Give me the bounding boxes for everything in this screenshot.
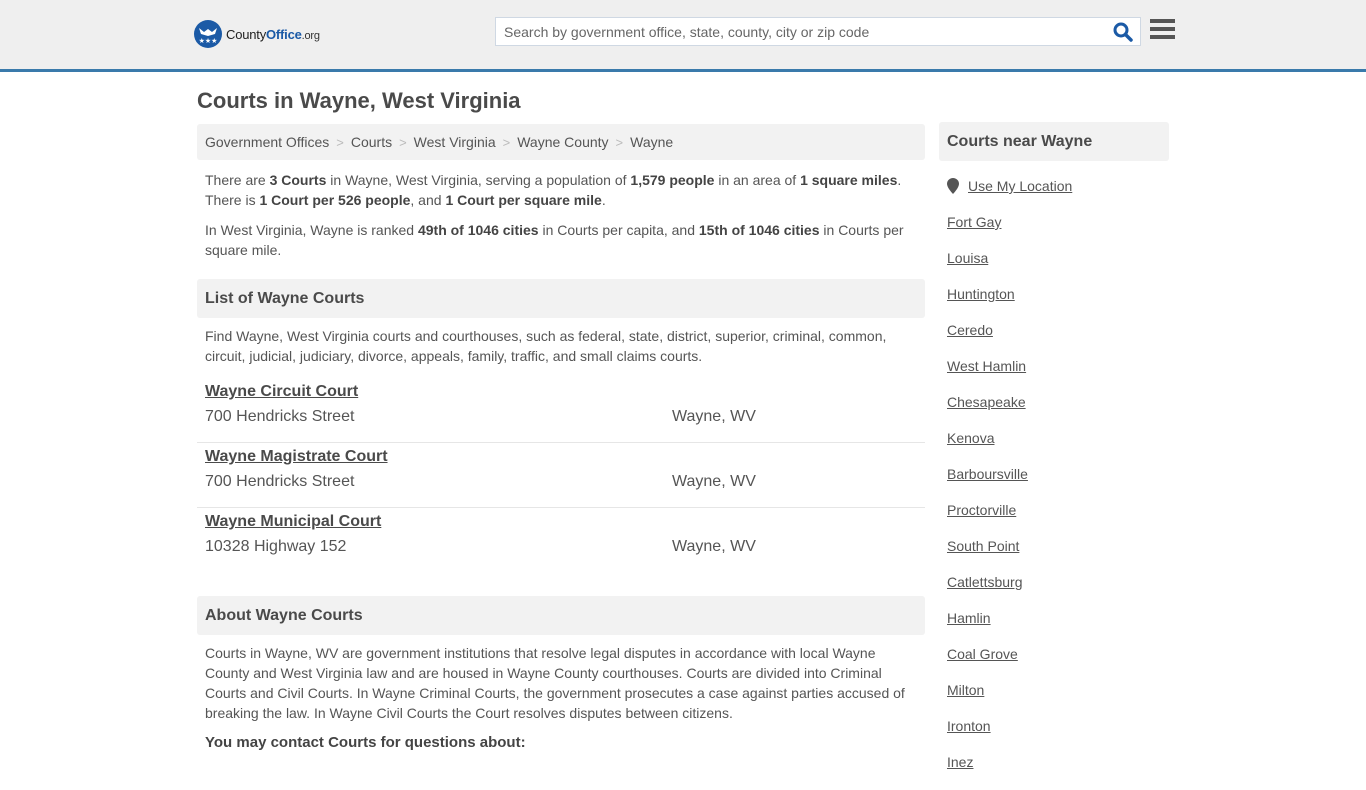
court-city: Wayne, WV <box>672 473 756 490</box>
court-name-link[interactable]: Wayne Magistrate Court <box>205 448 388 466</box>
breadcrumb-separator: > <box>615 134 624 150</box>
nearby-item: Coal Grove <box>947 646 1028 682</box>
breadcrumb-separator: > <box>502 134 511 150</box>
site-header: ★★★ CountyOffice.org <box>0 0 1366 72</box>
court-list-item: Wayne Magistrate Court 700 Hendricks Str… <box>197 443 925 508</box>
court-name-link[interactable]: Wayne Municipal Court <box>205 513 381 531</box>
breadcrumb: Government Offices > Courts > West Virgi… <box>197 124 925 160</box>
court-list-item: Wayne Municipal Court 10328 Highway 152 … <box>197 508 925 573</box>
nearby-item: Hamlin <box>947 610 1028 646</box>
breadcrumb-separator: > <box>336 134 344 150</box>
hamburger-menu-icon[interactable] <box>1150 19 1175 41</box>
court-list: Wayne Circuit Court 700 Hendricks Street… <box>197 378 925 573</box>
svg-text:★★★: ★★★ <box>199 37 218 45</box>
map-pin-icon <box>947 178 959 194</box>
contact-heading: You may contact Courts for questions abo… <box>205 734 526 751</box>
eagle-stars-logo-icon: ★★★ <box>194 20 222 48</box>
nearby-item: Ceredo <box>947 322 1028 358</box>
ranking-paragraph: In West Virginia, Wayne is ranked 49th o… <box>205 222 904 258</box>
nearby-link[interactable]: Huntington <box>947 286 1015 302</box>
use-my-location-link[interactable]: Use My Location <box>968 178 1072 194</box>
nearby-item: Barboursville <box>947 466 1028 502</box>
about-paragraph: Courts in Wayne, WV are government insti… <box>205 645 905 721</box>
nearby-link[interactable]: Chesapeake <box>947 394 1026 410</box>
nearby-item: Inez <box>947 754 1028 790</box>
nearby-link[interactable]: Barboursville <box>947 466 1028 482</box>
site-logo[interactable]: ★★★ CountyOffice.org <box>194 20 320 48</box>
breadcrumb-courts[interactable]: Courts <box>351 134 392 150</box>
nearby-item: West Hamlin <box>947 358 1028 394</box>
nearby-item: Fort Gay <box>947 214 1028 250</box>
nearby-item: Ironton <box>947 718 1028 754</box>
court-city: Wayne, WV <box>672 408 756 425</box>
search-button[interactable] <box>1112 21 1134 43</box>
about-section-heading: About Wayne Courts <box>197 596 925 635</box>
use-location: Use My Location <box>947 178 1072 194</box>
search-icon <box>1113 22 1133 42</box>
nearby-link[interactable]: Catlettsburg <box>947 574 1022 590</box>
sidebar: Courts near Wayne Use My Location Fort G… <box>939 122 1169 770</box>
nearby-link[interactable]: Coal Grove <box>947 646 1018 662</box>
search-input[interactable] <box>496 18 1106 45</box>
nearby-item: Milton <box>947 682 1028 718</box>
nearby-list: Fort Gay Louisa Huntington Ceredo West H… <box>947 214 1028 790</box>
main-content: Government Offices > Courts > West Virgi… <box>197 124 925 753</box>
nearby-link[interactable]: Ironton <box>947 718 991 734</box>
nearby-link[interactable]: Ceredo <box>947 322 993 338</box>
breadcrumb-government-offices[interactable]: Government Offices <box>205 134 329 150</box>
court-list-item: Wayne Circuit Court 700 Hendricks Street… <box>197 378 925 443</box>
breadcrumb-separator: > <box>399 134 407 150</box>
breadcrumb-west-virginia[interactable]: West Virginia <box>414 134 496 150</box>
nearby-link[interactable]: South Point <box>947 538 1019 554</box>
search-bar <box>495 17 1141 46</box>
nearby-link[interactable]: Fort Gay <box>947 214 1001 230</box>
nearby-link[interactable]: West Hamlin <box>947 358 1026 374</box>
nearby-item: Huntington <box>947 286 1028 322</box>
court-city: Wayne, WV <box>672 538 756 555</box>
court-name-link[interactable]: Wayne Circuit Court <box>205 383 358 401</box>
breadcrumb-wayne-county[interactable]: Wayne County <box>517 134 608 150</box>
nearby-item: South Point <box>947 538 1028 574</box>
breadcrumb-wayne[interactable]: Wayne <box>630 134 673 150</box>
page-title: Courts in Wayne, West Virginia <box>197 88 521 113</box>
logo-wordmark: CountyOffice.org <box>226 26 320 42</box>
nearby-link[interactable]: Kenova <box>947 430 994 446</box>
nearby-item: Chesapeake <box>947 394 1028 430</box>
nearby-link[interactable]: Milton <box>947 682 984 698</box>
nearby-item: Catlettsburg <box>947 574 1028 610</box>
list-intro: Find Wayne, West Virginia courts and cou… <box>205 328 887 364</box>
court-address: 700 Hendricks Street <box>205 473 355 490</box>
nearby-link[interactable]: Louisa <box>947 250 988 266</box>
nearby-item: Proctorville <box>947 502 1028 538</box>
court-address: 700 Hendricks Street <box>205 408 355 425</box>
summary-paragraph: There are 3 Courts in Wayne, West Virgin… <box>205 172 902 208</box>
nearby-link[interactable]: Proctorville <box>947 502 1016 518</box>
sidebar-heading: Courts near Wayne <box>939 122 1169 161</box>
court-address: 10328 Highway 152 <box>205 538 347 555</box>
nearby-item: Kenova <box>947 430 1028 466</box>
nearby-link[interactable]: Hamlin <box>947 610 991 626</box>
nearby-item: Louisa <box>947 250 1028 286</box>
list-section-heading: List of Wayne Courts <box>197 279 925 318</box>
